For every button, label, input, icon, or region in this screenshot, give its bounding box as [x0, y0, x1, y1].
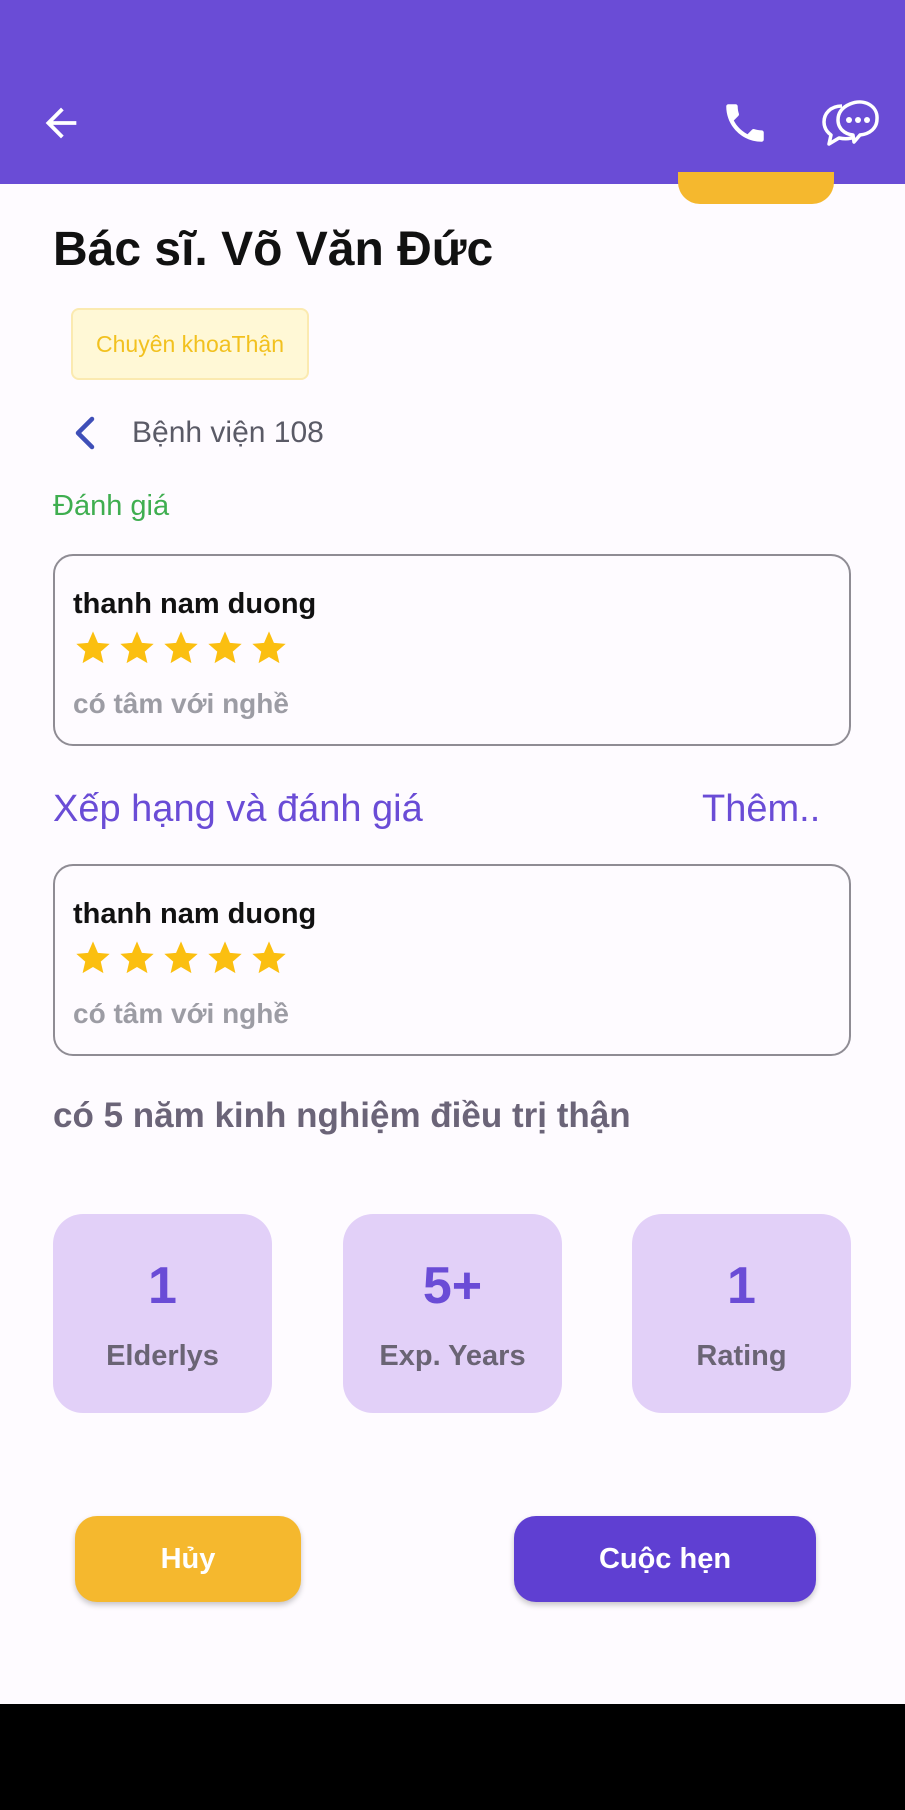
header-accent-tab	[678, 172, 834, 204]
star-icon	[208, 941, 242, 974]
review-comment: có tâm với nghề	[73, 688, 289, 719]
star-icon	[164, 941, 198, 974]
review-user-name: thanh nam duong	[73, 588, 317, 620]
app-bar	[0, 0, 905, 184]
doctor-name: Bác sĩ. Võ Văn Đức	[53, 223, 494, 276]
review-stars	[73, 628, 289, 668]
stat-label: Rating	[696, 1340, 787, 1372]
back-arrow-icon[interactable]	[38, 100, 84, 146]
star-icon	[76, 631, 110, 664]
star-icon	[252, 941, 286, 974]
stat-card-rating: 1 Rating	[632, 1214, 851, 1413]
ratings-section-title: Xếp hạng và đánh giá	[53, 788, 423, 830]
cancel-button[interactable]: Hủy	[75, 1516, 301, 1602]
appointment-button[interactable]: Cuộc hẹn	[514, 1516, 816, 1602]
star-icon	[164, 631, 198, 664]
star-icon	[120, 941, 154, 974]
stat-value: 5+	[422, 1257, 483, 1315]
specialty-chip: Chuyên khoaThận	[71, 308, 309, 380]
chevron-left-icon[interactable]	[70, 415, 100, 451]
reviews-section-title: Đánh giá	[53, 490, 170, 522]
phone-icon[interactable]	[720, 98, 770, 148]
stat-card-exp-years: 5+ Exp. Years	[343, 1214, 562, 1413]
hospital-row[interactable]: Bệnh viện 108	[70, 408, 324, 458]
stat-card-elderlys: 1 Elderlys	[53, 1214, 272, 1413]
system-navigation-bar	[0, 1704, 905, 1810]
stat-value: 1	[727, 1257, 756, 1315]
star-icon	[208, 631, 242, 664]
review-user-name: thanh nam duong	[73, 898, 317, 930]
experience-text: có 5 năm kinh nghiệm điều trị thận	[53, 1096, 631, 1135]
review-card: thanh nam duong có tâm với nghề	[53, 554, 851, 746]
review-comment: có tâm với nghề	[73, 998, 289, 1029]
chat-bubbles-icon[interactable]	[820, 92, 882, 154]
star-icon	[120, 631, 154, 664]
star-icon	[252, 631, 286, 664]
review-stars	[73, 938, 289, 978]
star-icon	[76, 941, 110, 974]
stat-label: Exp. Years	[379, 1340, 526, 1372]
review-card: thanh nam duong có tâm với nghề	[53, 864, 851, 1056]
stat-value: 1	[148, 1257, 177, 1315]
more-reviews-link[interactable]: Thêm..	[702, 788, 820, 831]
hospital-name: Bệnh viện 108	[132, 416, 324, 449]
stat-label: Elderlys	[106, 1340, 219, 1372]
